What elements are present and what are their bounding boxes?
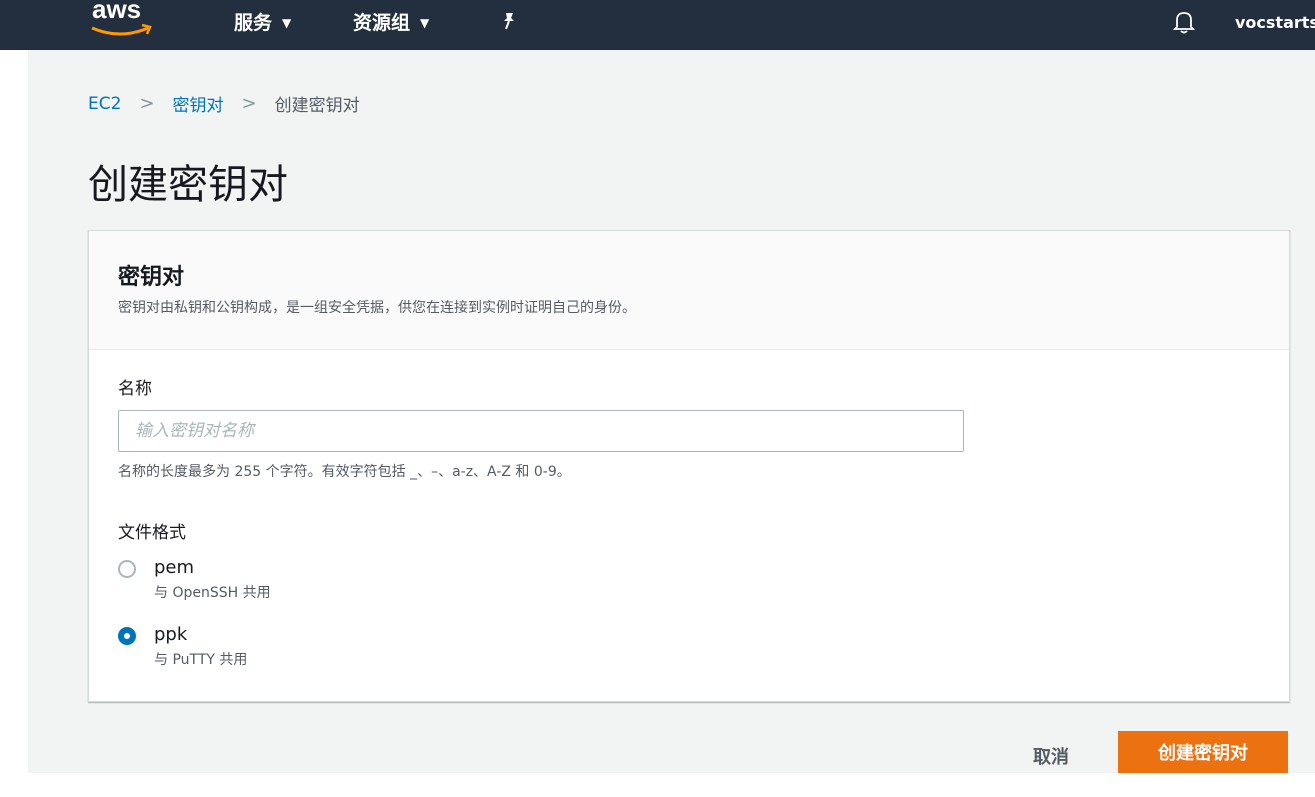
breadcrumb-key-pairs-link[interactable]: 密钥对 [173, 91, 224, 116]
radio-button-ppk[interactable] [118, 627, 136, 645]
breadcrumb-separator-icon: > [139, 93, 155, 114]
chevron-down-icon: ▼ [420, 15, 430, 30]
top-navigation-bar: aws 服务 ▼ 资源组 ▼ vocstarts [0, 0, 1315, 50]
pin-icon[interactable] [498, 10, 520, 32]
page-title: 创建密钥对 [88, 162, 288, 208]
panel-header: 密钥对 密钥对由私钥和公钥构成，是一组安全凭据，供您在连接到实例时证明自己的身份… [89, 231, 1289, 350]
chevron-down-icon: ▼ [282, 15, 292, 30]
breadcrumb-separator-icon: > [241, 93, 257, 114]
panel-title: 密钥对 [118, 265, 185, 290]
radio-ppk-description: 与 PuTTY 共用 [154, 652, 248, 668]
aws-smile-icon [91, 23, 152, 36]
radio-pem-label: pem [154, 557, 195, 578]
name-field-hint: 名称的长度最多为 255 个字符。有效字符包括 _、–、a-z、A-Z 和 0-… [118, 464, 571, 480]
bell-icon[interactable] [1171, 8, 1197, 34]
key-pair-name-input[interactable] [118, 410, 964, 452]
user-menu[interactable]: vocstarts [1235, 13, 1315, 32]
name-field-label: 名称 [118, 379, 152, 399]
radio-ppk-label: ppk [154, 624, 188, 645]
radio-button-pem[interactable] [118, 560, 136, 578]
panel-description: 密钥对由私钥和公钥构成，是一组安全凭据，供您在连接到实例时证明自己的身份。 [118, 300, 636, 316]
cancel-button[interactable]: 取消 [1023, 736, 1079, 776]
services-label: 服务 [234, 12, 273, 34]
breadcrumb-current: 创建密钥对 [274, 96, 360, 116]
resource-groups-label: 资源组 [353, 12, 411, 34]
file-format-label: 文件格式 [118, 523, 186, 543]
key-pair-panel: 密钥对 密钥对由私钥和公钥构成，是一组安全凭据，供您在连接到实例时证明自己的身份… [88, 230, 1290, 702]
resource-groups-menu[interactable]: 资源组 ▼ [353, 8, 429, 35]
services-menu[interactable]: 服务 ▼ [234, 8, 291, 35]
radio-option-ppk[interactable]: ppk 与 PuTTY 共用 [118, 624, 247, 669]
breadcrumb-ec2-link[interactable]: EC2 [88, 94, 121, 114]
main-content: EC2 > 密钥对 > 创建密钥对 创建密钥对 密钥对 密钥对由私钥和公钥构成，… [28, 50, 1315, 773]
aws-logo[interactable]: aws [90, 0, 154, 40]
radio-option-pem[interactable]: pem 与 OpenSSH 共用 [118, 557, 271, 602]
radio-pem-description: 与 OpenSSH 共用 [154, 585, 271, 601]
breadcrumb: EC2 > 密钥对 > 创建密钥对 [88, 91, 360, 116]
create-key-pair-button[interactable]: 创建密钥对 [1118, 731, 1288, 773]
